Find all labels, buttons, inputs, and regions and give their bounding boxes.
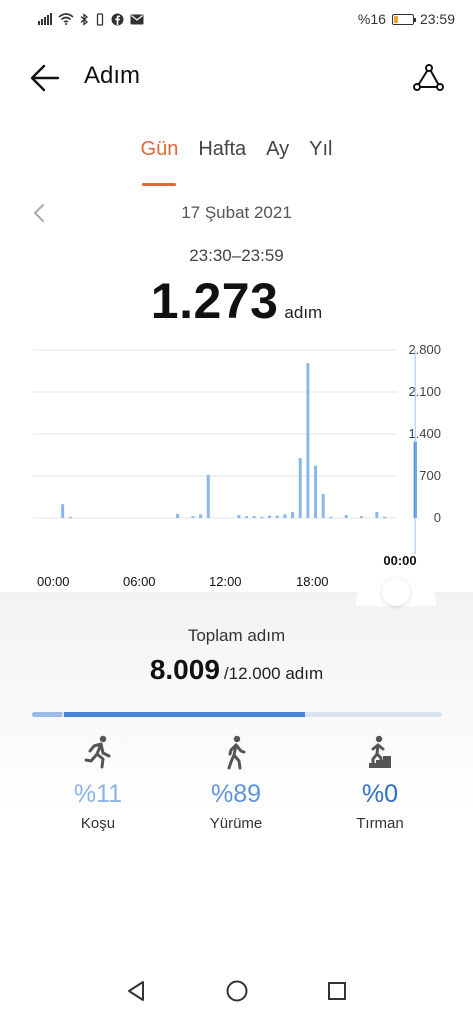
- period-tabs: Gün Hafta Ay Yıl: [0, 138, 473, 178]
- battery-percent: %16: [357, 11, 386, 27]
- steps-goal: /12.000 adım: [223, 664, 324, 683]
- selected-time-range: 23:30–23:59: [189, 246, 284, 265]
- y-tick-label: 0: [434, 510, 441, 525]
- activity-climbing: %0 Tırman: [310, 734, 450, 832]
- chart-bar[interactable]: [298, 458, 302, 518]
- system-nav-bar: [0, 958, 473, 1024]
- total-steps-label: Toplam adım: [187, 626, 286, 645]
- bluetooth-icon: [80, 12, 88, 26]
- chart-bar[interactable]: [268, 515, 272, 518]
- goal-progress-bar: [32, 712, 442, 717]
- nav-home-button[interactable]: [222, 976, 252, 1006]
- chart-bar[interactable]: [360, 516, 364, 518]
- chart-bar[interactable]: [321, 494, 325, 518]
- chart-bar[interactable]: [252, 516, 256, 518]
- running-label: Koşu: [80, 815, 116, 832]
- vibrate-icon: [96, 12, 104, 26]
- status-icons-right: %16 23:59: [358, 11, 455, 27]
- climbing-label: Tırman: [356, 815, 404, 832]
- progress-running-segment: [32, 712, 63, 717]
- chart-bar[interactable]: [314, 465, 318, 518]
- back-button[interactable]: [28, 62, 62, 94]
- circle-home-icon: [226, 980, 248, 1002]
- tab-yil[interactable]: Yıl: [299, 138, 342, 178]
- chart-bar[interactable]: [344, 515, 348, 518]
- status-icons-left: [38, 12, 144, 26]
- signal-icon: [38, 13, 52, 25]
- walking-percent: %89: [210, 780, 262, 808]
- climbing-percent: %0: [361, 780, 399, 808]
- tab-hafta[interactable]: Hafta: [188, 138, 256, 178]
- triangle-back-icon: [128, 981, 144, 1001]
- chart-bar[interactable]: [291, 512, 295, 518]
- battery-icon: [391, 13, 416, 25]
- clock: 23:59: [419, 11, 455, 27]
- tab-ay[interactable]: Ay: [256, 138, 299, 178]
- chart-bar[interactable]: [61, 504, 65, 518]
- x-tick-label: 00:00: [37, 574, 70, 589]
- chart-bar[interactable]: [176, 513, 180, 518]
- running-percent: %11: [73, 780, 123, 808]
- app-header: Adım: [0, 50, 473, 106]
- scrubber-time: 00:00: [383, 553, 417, 568]
- mail-icon: [130, 14, 144, 24]
- chart-bar[interactable]: [275, 515, 279, 518]
- chart-bar[interactable]: [191, 516, 195, 518]
- step-chart-svg: 2.800 2.100 1.400 700 0: [33, 342, 441, 554]
- status-bar: %16 23:59: [0, 0, 473, 38]
- running-icon: [84, 735, 111, 769]
- arrow-left-icon: [30, 64, 60, 92]
- chart-bar[interactable]: [237, 515, 241, 518]
- chart-bar[interactable]: [383, 516, 387, 519]
- chart-bar[interactable]: [329, 516, 333, 519]
- chart-bar[interactable]: [283, 514, 287, 518]
- progress-walking-segment: [64, 712, 306, 717]
- total-steps-value: 8.009: [149, 654, 220, 685]
- chart-bar[interactable]: [206, 474, 210, 518]
- chart-bar[interactable]: [306, 363, 310, 518]
- chart-bar[interactable]: [199, 514, 203, 518]
- page-title: Adım: [84, 62, 141, 89]
- y-tick-label: 1.400: [408, 426, 441, 441]
- route-icon: [413, 64, 444, 91]
- activity-running: %11 Koşu: [28, 734, 168, 832]
- chart-scrubber-handle[interactable]: [382, 578, 410, 606]
- y-tick-label: 700: [419, 468, 441, 483]
- chart-bar[interactable]: [68, 516, 72, 519]
- activity-breakdown: %11 Koşu %89 Yürüme %0 Tırman: [0, 734, 473, 844]
- step-count-unit: adım: [284, 303, 323, 322]
- step-count-value: 1.273: [150, 273, 279, 329]
- chart-bar[interactable]: [375, 512, 379, 518]
- wifi-icon: [58, 13, 74, 25]
- tab-gun[interactable]: Gün: [131, 138, 189, 178]
- chart-bar[interactable]: [245, 516, 249, 518]
- x-tick-label: 18:00: [296, 574, 329, 589]
- activity-walking: %89 Yürüme: [166, 734, 306, 832]
- chart-bar[interactable]: [260, 516, 264, 519]
- date-navigator: 17 Şubat 2021: [0, 200, 473, 228]
- x-tick-label: 12:00: [209, 574, 242, 589]
- climbing-icon: [369, 735, 391, 768]
- nav-recents-button[interactable]: [322, 976, 352, 1006]
- nav-back-button[interactable]: [122, 976, 152, 1006]
- walking-label: Yürüme: [209, 815, 263, 832]
- total-steps: 8.009/12.000 adım: [0, 654, 473, 686]
- route-button[interactable]: [411, 62, 445, 94]
- square-recents-icon: [328, 982, 346, 1000]
- y-tick-label: 2.800: [408, 342, 441, 357]
- x-tick-label: 06:00: [123, 574, 156, 589]
- current-date: 17 Şubat 2021: [181, 203, 292, 222]
- selected-step-count: 1.273 adım: [0, 272, 473, 330]
- y-tick-label: 2.100: [408, 384, 441, 399]
- walking-icon: [227, 735, 246, 770]
- facebook-icon: [111, 13, 124, 25]
